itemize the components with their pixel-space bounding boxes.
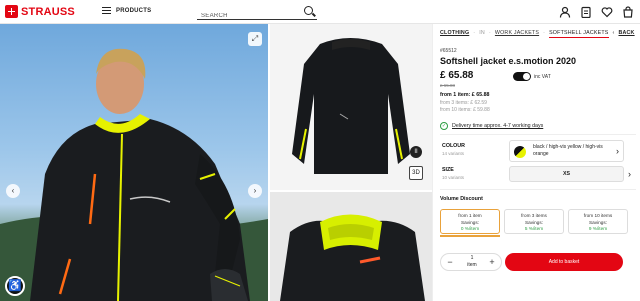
breadcrumb: CLOTHING · IN · WORK JACKETS · SOFTSHELL…	[440, 30, 635, 38]
view-360-button[interactable]: 3D	[409, 166, 423, 180]
breadcrumb-item-work-jackets[interactable]: WORK JACKETS	[495, 30, 539, 38]
heart-icon[interactable]	[601, 6, 613, 18]
logo-mark-icon	[5, 5, 18, 18]
volume-tier-1[interactable]: from 1 item Savings: 0 %/item	[440, 209, 500, 234]
accessibility-icon[interactable]: ♿	[5, 276, 25, 296]
clipboard-icon[interactable]	[580, 6, 592, 18]
quantity-display[interactable]: 1 item	[461, 255, 483, 269]
product-image-back[interactable]	[270, 24, 432, 190]
price-tier-10: from 10 items: £ 59.88	[440, 107, 490, 113]
delivery-time-link[interactable]: Delivery time approx. 4-7 working days	[452, 123, 543, 129]
breadcrumb-separator: ·	[473, 30, 476, 36]
quantity-increase-button[interactable]: +	[485, 256, 499, 270]
quantity-decrease-button[interactable]: −	[443, 256, 457, 270]
colour-value: black / high-vis yellow / high-vis orang…	[533, 144, 603, 157]
product-price: £ 65.88	[440, 70, 474, 81]
search-icon[interactable]	[304, 6, 313, 15]
price-tier-3: from 3 items: £ 62.59	[440, 100, 487, 106]
products-menu-label: PRODUCTS	[116, 7, 152, 14]
search-input[interactable]	[197, 9, 297, 23]
volume-tier-percent: 0 %/item	[460, 226, 480, 231]
colour-selector[interactable]: black / high-vis yellow / high-vis orang…	[509, 140, 624, 162]
size-selector[interactable]: XS	[509, 166, 624, 182]
price-tier-1: from 1 item: £ 65.88	[440, 92, 490, 98]
collar-detail-illustration	[270, 192, 432, 301]
colour-variants-count: 14 variants	[442, 151, 465, 156]
user-icon[interactable]	[559, 6, 571, 18]
product-title: Softshell jacket e.s.motion 2020	[440, 56, 577, 66]
size-value: XS	[562, 171, 571, 177]
volume-tier-selected-indicator	[440, 235, 500, 237]
divider	[440, 189, 636, 190]
divider	[440, 134, 636, 135]
site-header: STRAUSS PRODUCTS	[0, 0, 640, 24]
colour-swatch	[514, 146, 526, 158]
header-icons	[559, 6, 634, 18]
zoom-button[interactable]: ⤢	[248, 32, 262, 46]
model-photo-illustration	[0, 48, 268, 301]
quantity-value: 1	[470, 255, 474, 261]
check-icon: ✓	[440, 122, 448, 130]
breadcrumb-back-link[interactable]: BACK	[618, 30, 634, 38]
product-details-panel: CLOTHING · IN · WORK JACKETS · SOFTSHELL…	[432, 24, 640, 301]
bag-icon[interactable]	[622, 6, 634, 18]
article-number: #65512	[440, 48, 457, 54]
breadcrumb-item-clothing[interactable]: CLOTHING	[440, 30, 469, 38]
chevron-right-icon: ›	[616, 146, 619, 156]
add-to-basket-label: Add to basket	[548, 259, 580, 265]
product-image-model[interactable]	[0, 24, 268, 301]
quantity-unit: item	[467, 262, 477, 268]
breadcrumb-separator: ·	[543, 30, 546, 36]
product-old-price: £ 65.88	[440, 83, 456, 88]
logo[interactable]: STRAUSS	[5, 5, 75, 18]
pause-button[interactable]: II	[410, 146, 422, 158]
chevron-right-icon[interactable]: ›	[628, 169, 631, 179]
hamburger-icon	[102, 7, 111, 14]
breadcrumb-item-softshell-jackets[interactable]: SOFTSHELL JACKETS	[549, 30, 609, 38]
volume-tier-10[interactable]: from 10 items Savings: 9 %/item	[568, 209, 628, 234]
vat-label: inc VAT	[534, 73, 551, 80]
back-arrow-icon: ‹	[612, 30, 615, 36]
gallery-prev-button[interactable]: ‹	[6, 184, 20, 198]
vat-toggle[interactable]	[513, 72, 531, 81]
product-image-collar[interactable]	[270, 192, 432, 301]
size-variants-count: 10 variants	[442, 175, 465, 180]
size-label: SIZE	[442, 167, 454, 173]
quantity-stepper: − 1 item +	[440, 253, 502, 271]
volume-discount-label: Volume Discount	[440, 196, 483, 202]
volume-tier-3[interactable]: from 3 items Savings: 5 %/item	[504, 209, 564, 234]
products-menu-button[interactable]: PRODUCTS	[102, 7, 151, 14]
volume-tier-percent: 5 %/item	[524, 226, 544, 231]
gallery-next-button[interactable]: ›	[248, 184, 262, 198]
breadcrumb-separator: ·	[488, 30, 491, 36]
jacket-back-illustration	[292, 38, 410, 174]
search-bar	[197, 4, 317, 23]
delivery-info: ✓ Delivery time approx. 4-7 working days	[440, 122, 543, 130]
add-to-basket-button[interactable]: Add to basket	[505, 253, 623, 271]
vat-toggle-group: inc VAT	[513, 72, 551, 81]
volume-tier-percent: 9 %/item	[588, 226, 608, 231]
logo-text: STRAUSS	[21, 5, 75, 18]
breadcrumb-item-in: IN	[479, 30, 485, 36]
colour-label: COLOUR	[442, 143, 465, 149]
